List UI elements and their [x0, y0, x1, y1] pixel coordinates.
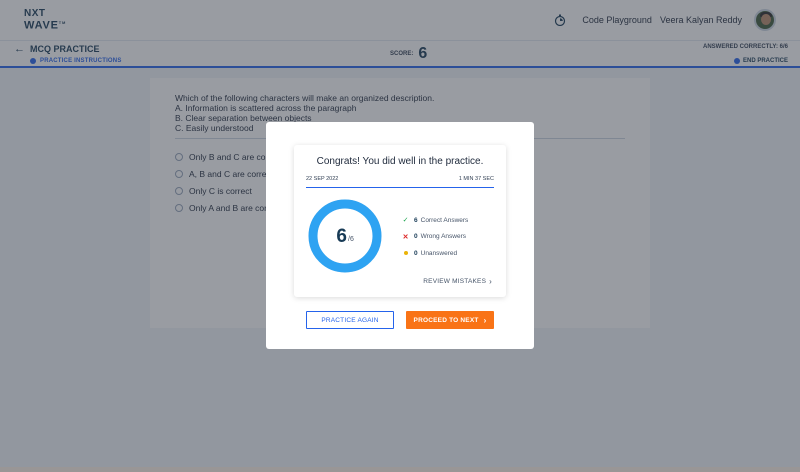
ring-score: 6	[336, 226, 347, 247]
review-mistakes-link[interactable]: REVIEW MISTAKES ›	[423, 277, 492, 286]
stat-count: 6	[414, 216, 418, 224]
score-ring: 6 /6	[308, 199, 382, 273]
stat-correct: ✓ 6 Correct Answers	[401, 212, 469, 229]
ring-total: /6	[348, 236, 354, 243]
stat-label: Correct Answers	[420, 216, 469, 224]
stat-count: 0	[414, 249, 418, 257]
cross-icon: ✕	[402, 233, 409, 241]
congrats-message: Congrats! You did well in the practice.	[316, 156, 484, 167]
review-mistakes-label: REVIEW MISTAKES	[423, 278, 487, 285]
result-modal: Congrats! You did well in the practice. …	[266, 122, 534, 349]
result-stats: ✓ 6 Correct Answers ✕ 0 Wrong Answers 0 …	[401, 212, 469, 262]
result-meta: 22 SEP 2022 1 MIN 37 SEC	[306, 176, 494, 188]
stat-count: 0	[414, 233, 418, 241]
stat-wrong: ✕ 0 Wrong Answers	[401, 229, 468, 246]
chevron-right-icon: ›	[489, 277, 492, 286]
practice-date: 22 SEP 2022	[306, 176, 339, 182]
stat-unanswered: 0 Unanswered	[401, 245, 468, 262]
result-card: Congrats! You did well in the practice. …	[294, 145, 506, 297]
proceed-to-next-button[interactable]: PROCEED TO NEXT ›	[406, 311, 494, 329]
practice-again-button[interactable]: PRACTICE AGAIN	[306, 311, 394, 329]
practice-duration: 1 MIN 37 SEC	[458, 176, 494, 182]
stat-label: Wrong Answers	[420, 233, 467, 241]
proceed-label: PROCEED TO NEXT	[413, 316, 479, 324]
practice-again-label: PRACTICE AGAIN	[321, 316, 379, 324]
stat-label: Unanswered	[420, 249, 458, 257]
check-icon: ✓	[402, 217, 409, 225]
chevron-right-icon: ›	[483, 315, 487, 325]
dot-icon	[401, 250, 410, 257]
